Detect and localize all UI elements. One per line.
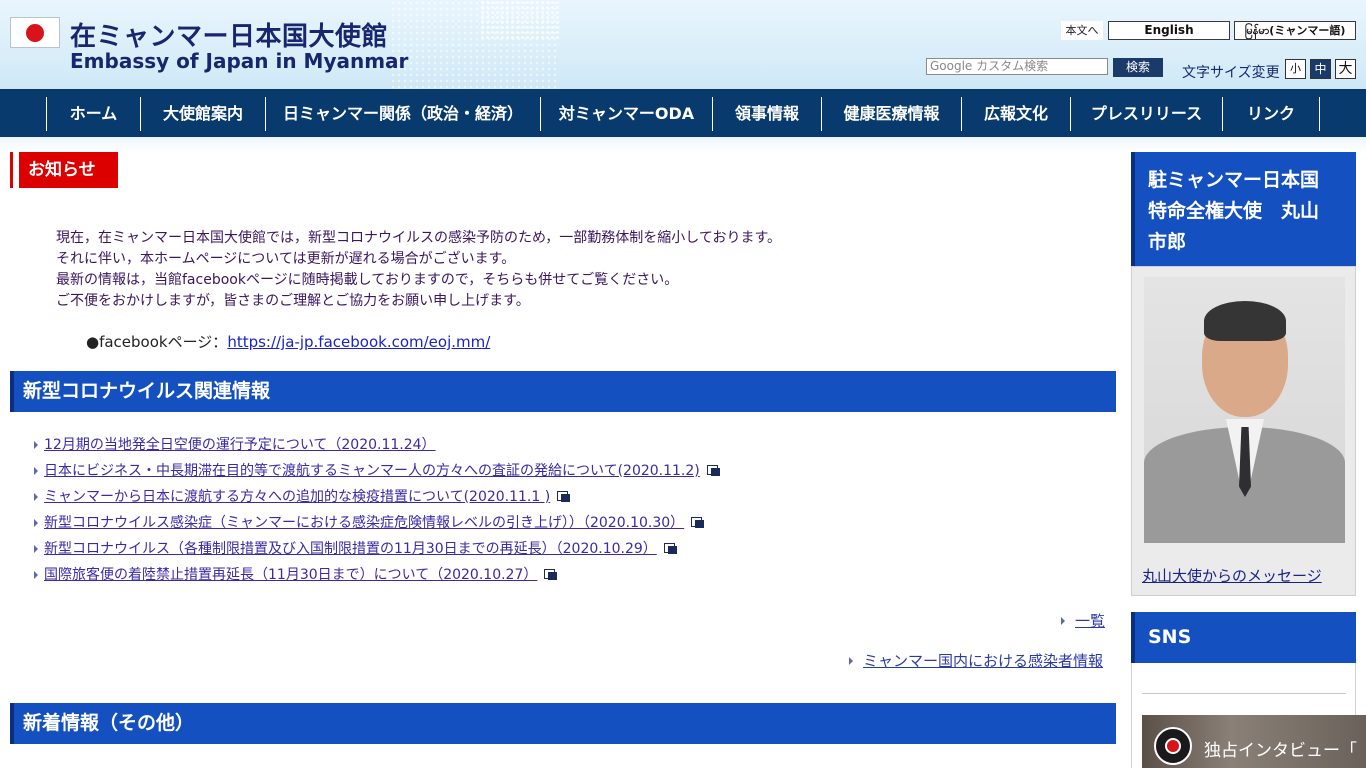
arrow-right-icon — [34, 441, 38, 449]
ambassador-photo — [1144, 277, 1345, 543]
list-item: 日本にビジネス・中長期滞在目的等で渡航するミャンマー人の方々への査証の発給につい… — [34, 458, 1094, 484]
list-item: 12月期の当地発全日空便の運行予定について（2020.11.24） — [34, 432, 1094, 458]
news-link[interactable]: ミャンマーから日本に渡航する方々への追加的な検疫措置について(2020.11.1… — [44, 486, 550, 508]
arrow-right-icon — [34, 571, 38, 579]
nav-consular[interactable]: 領事情報 — [713, 97, 822, 131]
external-window-icon — [691, 517, 705, 529]
news-link[interactable]: 国際旅客便の着陸禁止措置再延長（11月30日まで）について（2020.10.27… — [44, 564, 537, 586]
nav-embassy-info[interactable]: 大使館案内 — [141, 97, 266, 131]
notice-line: 現在，在ミャンマー日本国大使館では，新型コロナウイルスの感染予防のため，一部勤務… — [56, 230, 782, 246]
external-window-icon — [663, 543, 677, 555]
ambassador-heading-line: 駐ミャンマー日本国 — [1148, 169, 1320, 191]
ambassador-card: 丸山大使からのメッセージ — [1131, 266, 1356, 596]
nav-links[interactable]: リンク — [1223, 97, 1320, 131]
ambassador-heading-line: 特命全権大使 丸山 — [1148, 200, 1320, 222]
world-map-decoration-detail — [480, 0, 560, 40]
notice-text: 現在，在ミャンマー日本国大使館では，新型コロナウイルスの感染予防のため，一部勤務… — [56, 228, 1056, 312]
search-button[interactable]: 検索 — [1113, 58, 1163, 77]
infected-info-link-row: ミャンマー国内における感染者情報 — [849, 650, 1103, 671]
notice-heading: お知らせ — [10, 152, 118, 188]
nav-press[interactable]: プレスリリース — [1071, 97, 1223, 131]
covid-section-heading: 新型コロナウイルス関連情報 — [10, 371, 1116, 412]
arrow-right-icon — [849, 656, 853, 665]
facebook-line: ●facebookページ：https://ja-jp.facebook.com/… — [86, 331, 490, 352]
myanmar-language-button[interactable]: မြန်မာ(ミャンマー語) — [1234, 21, 1356, 40]
main-nav: ホーム 大使館案内 日ミャンマー関係（政治・経済） 対ミャンマーODA 領事情報… — [0, 89, 1366, 137]
notice-line: ご不便をおかけしますが，皆さまのご理解とご協力をお願い申し上げます。 — [56, 293, 530, 309]
infected-info-link[interactable]: ミャンマー国内における感染者情報 — [863, 650, 1103, 671]
external-window-icon — [544, 569, 558, 581]
news-link[interactable]: 12月期の当地発全日空便の運行予定について（2020.11.24） — [44, 434, 436, 456]
embassy-logo-icon — [1154, 727, 1192, 765]
list-item: 新型コロナウイルス感染症（ミャンマーにおける感染症危険情報レベルの引き上げ））（… — [34, 510, 1094, 536]
arrow-right-icon — [34, 493, 38, 501]
skip-to-content-button[interactable]: 本文へ — [1061, 21, 1103, 40]
japan-flag-icon — [10, 17, 60, 48]
sns-heading: SNS — [1131, 612, 1356, 663]
latest-news-heading: 新着情報（その他） — [10, 703, 1116, 744]
arrow-right-icon — [34, 519, 38, 527]
arrow-right-icon — [34, 467, 38, 475]
more-list-link[interactable]: 一覧 — [1075, 610, 1105, 631]
notice-line: 最新の情報は，当館facebookページに随時掲載しておりますので，そちらも併せ… — [56, 272, 679, 288]
list-item: 新型コロナウイルス（各種制限措置及び入国制限措置の11月30日までの再延長）（2… — [34, 536, 1094, 562]
ambassador-heading: 駐ミャンマー日本国 特命全権大使 丸山 市郎 — [1131, 152, 1356, 266]
arrow-right-icon — [34, 545, 38, 553]
arrow-right-icon — [1061, 616, 1065, 625]
facebook-label: ●facebookページ： — [86, 333, 228, 351]
news-link[interactable]: 新型コロナウイルス感染症（ミャンマーにおける感染症危険情報レベルの引き上げ））（… — [44, 512, 684, 534]
nav-relations[interactable]: 日ミャンマー関係（政治・経済） — [266, 97, 541, 131]
list-item: ミャンマーから日本に渡航する方々への追加的な検疫措置について(2020.11.1… — [34, 484, 1094, 510]
english-button[interactable]: English — [1108, 21, 1230, 40]
font-size-medium-button[interactable]: 中 — [1310, 59, 1331, 79]
covid-news-list: 12月期の当地発全日空便の運行予定について（2020.11.24） 日本にビジネ… — [34, 432, 1094, 588]
more-list-link-row: 一覧 — [1061, 610, 1105, 631]
news-link[interactable]: 日本にビジネス・中長期滞在目的等で渡航するミャンマー人の方々への査証の発給につい… — [44, 460, 700, 482]
ambassador-message-link[interactable]: 丸山大使からのメッセージ — [1142, 565, 1322, 586]
font-size-small-button[interactable]: 小 — [1285, 59, 1306, 79]
external-window-icon — [706, 465, 720, 477]
search-input[interactable]: Google カスタム検索 — [926, 58, 1108, 75]
news-link[interactable]: 新型コロナウイルス（各種制限措置及び入国制限措置の11月30日までの再延長）（2… — [44, 538, 657, 560]
facebook-link[interactable]: https://ja-jp.facebook.com/eoj.mm/ — [227, 333, 490, 351]
ambassador-heading-line: 市郎 — [1148, 231, 1187, 253]
font-size-large-button[interactable]: 大 — [1335, 59, 1356, 79]
nav-shadow — [0, 137, 1366, 153]
nav-health[interactable]: 健康医療情報 — [822, 97, 962, 131]
notice-line: それに伴い，本ホームページについては更新が遅れる場合がございます。 — [56, 251, 516, 267]
nav-oda[interactable]: 対ミャンマーODA — [541, 97, 713, 131]
nav-home[interactable]: ホーム — [46, 97, 141, 131]
site-title-en[interactable]: Embassy of Japan in Myanmar — [70, 49, 408, 73]
site-header: 在ミャンマー日本国大使館 Embassy of Japan in Myanmar… — [0, 0, 1366, 90]
list-item: 国際旅客便の着陸禁止措置再延長（11月30日まで）について（2020.10.27… — [34, 562, 1094, 588]
nav-culture[interactable]: 広報文化 — [962, 97, 1071, 131]
font-size-label: 文字サイズ変更 — [1182, 65, 1280, 81]
video-title: 独占インタビュー「 — [1204, 741, 1357, 761]
site-title-ja[interactable]: 在ミャンマー日本国大使館 — [70, 16, 388, 53]
external-window-icon — [557, 491, 571, 503]
divider — [1142, 693, 1346, 694]
video-thumbnail[interactable]: 独占インタビュー「 — [1142, 715, 1366, 768]
